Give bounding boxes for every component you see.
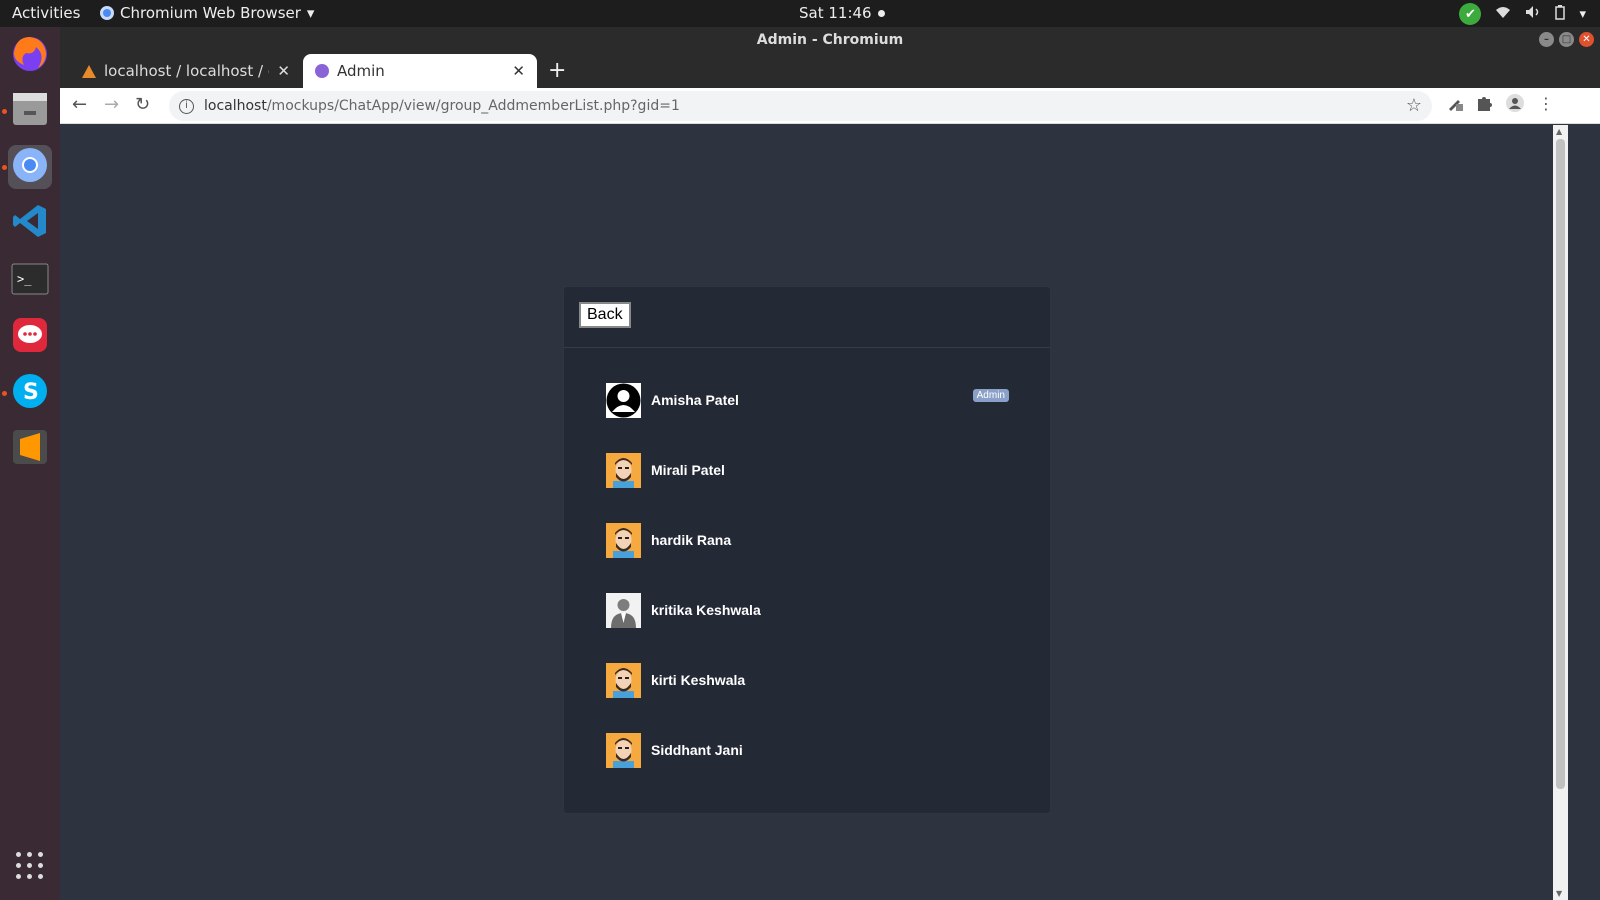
page-viewport: Back Amisha Patel Admin Mirali Patel har… [60, 125, 1553, 900]
clock-label: Sat 11:46 [799, 4, 872, 22]
browser-toolbar: ← → ↻ i localhost/mockups/ChatApp/view/g… [60, 88, 1600, 124]
show-applications-grid-icon[interactable] [16, 852, 44, 880]
dock: >_ S [0, 27, 60, 900]
volume-icon [1525, 5, 1541, 23]
page-scrollbar[interactable]: ▲ ▼ [1553, 125, 1568, 900]
suit-avatar-icon [606, 592, 641, 628]
back-button[interactable]: Back [579, 302, 631, 328]
terminal-icon: >_ [11, 263, 49, 299]
member-name: Amisha Patel [651, 392, 739, 408]
tab-close-icon[interactable]: ✕ [277, 62, 290, 80]
member-row[interactable]: kritika Keshwala [606, 592, 1009, 628]
vscode-icon [12, 203, 48, 243]
svg-text:>_: >_ [17, 272, 32, 286]
card-header: Back [564, 287, 1050, 348]
member-row[interactable]: kirti Keshwala [606, 662, 1009, 698]
chevron-down-icon: ▾ [306, 4, 315, 22]
tab-title: localhost / localhost / cha [104, 62, 269, 80]
chromium-icon [12, 147, 48, 187]
running-indicator [2, 391, 7, 396]
skype-icon: S [12, 373, 48, 413]
app-menu[interactable]: Chromium Web Browser ▾ [100, 4, 314, 22]
system-top-bar: Activities Chromium Web Browser ▾ Sat 11… [0, 0, 1600, 27]
member-name: kritika Keshwala [651, 602, 761, 618]
window-titlebar: Admin - Chromium – □ ✕ [60, 27, 1600, 54]
menu-kebab-icon[interactable]: ⋮ [1538, 94, 1554, 113]
scroll-up-arrow-icon[interactable]: ▲ [1556, 127, 1562, 136]
dock-skype[interactable]: S [2, 371, 52, 415]
system-menu-chevron-icon[interactable]: ▾ [1579, 7, 1586, 22]
url-text: localhost/mockups/ChatApp/view/group_Add… [204, 98, 680, 114]
dock-chromium[interactable] [2, 145, 52, 189]
member-row[interactable]: Amisha Patel Admin [606, 382, 1009, 418]
window-title: Admin - Chromium [756, 32, 904, 48]
admin-badge: Admin [972, 389, 1009, 402]
window-controls: – □ ✕ [1539, 32, 1594, 47]
url-path: /mockups/ChatApp/view/group_AddmemberLis… [266, 98, 680, 114]
activities-button[interactable]: Activities [12, 4, 80, 22]
tab-localhost[interactable]: localhost / localhost / cha ✕ [70, 54, 302, 88]
member-name: Siddhant Jani [651, 742, 743, 758]
bitmoji-avatar-icon [606, 662, 641, 698]
member-list-card: Back Amisha Patel Admin Mirali Patel har… [563, 286, 1051, 814]
dock-firefox[interactable] [8, 33, 52, 77]
site-info-icon[interactable]: i [179, 98, 194, 114]
bitmoji-avatar-icon [606, 732, 641, 768]
update-check-icon[interactable]: ✔ [1459, 3, 1482, 25]
running-indicator [2, 165, 7, 170]
svg-text:S: S [23, 380, 39, 405]
bookmark-star-icon[interactable]: ☆ [1406, 95, 1422, 116]
new-tab-plus-icon[interactable]: + [548, 58, 566, 83]
dock-terminal[interactable]: >_ [8, 259, 52, 303]
minimize-button[interactable]: – [1539, 32, 1554, 47]
tab-strip: localhost / localhost / cha ✕ Admin ✕ + [60, 54, 1600, 88]
scroll-down-arrow-icon[interactable]: ▼ [1556, 889, 1562, 898]
dock-vscode[interactable] [8, 201, 52, 245]
running-indicator [2, 109, 7, 114]
forward-arrow-icon[interactable]: → [104, 94, 119, 115]
bitmoji-avatar-icon [606, 452, 641, 488]
battery-icon [1555, 4, 1566, 24]
system-tray[interactable]: ✔ ▾ [1459, 3, 1586, 25]
dock-sublime[interactable] [8, 427, 52, 471]
back-arrow-icon[interactable]: ← [72, 94, 87, 115]
extensions-puzzle-icon[interactable] [1476, 94, 1494, 116]
scrollbar-thumb[interactable] [1556, 139, 1565, 789]
url-host: localhost [204, 98, 267, 114]
profile-avatar-icon[interactable] [1506, 94, 1524, 116]
files-icon [11, 91, 49, 131]
anonymous-avatar-icon [606, 382, 641, 418]
tab-title: Admin [337, 62, 385, 80]
wifi-icon [1495, 5, 1511, 23]
tab-close-icon[interactable]: ✕ [512, 62, 525, 80]
reload-icon[interactable]: ↻ [135, 94, 150, 115]
firefox-icon [10, 33, 50, 77]
extension-icon[interactable] [1446, 94, 1464, 116]
app-menu-label: Chromium Web Browser [120, 4, 301, 22]
tab-admin[interactable]: Admin ✕ [303, 54, 537, 88]
bitmoji-avatar-icon [606, 522, 641, 558]
admin-app-icon [315, 64, 329, 78]
member-row[interactable]: Mirali Patel [606, 452, 1009, 488]
member-name: kirti Keshwala [651, 672, 746, 688]
member-row[interactable]: hardik Rana [606, 522, 1009, 558]
warning-icon [82, 64, 96, 78]
address-bar[interactable]: i localhost/mockups/ChatApp/view/group_A… [169, 91, 1432, 121]
notification-dot-icon [877, 9, 885, 17]
close-window-button[interactable]: ✕ [1579, 32, 1594, 47]
clock[interactable]: Sat 11:46 [799, 4, 885, 22]
chromium-icon [100, 6, 114, 20]
dock-rocketchat[interactable] [8, 315, 52, 359]
dock-files[interactable] [2, 89, 52, 133]
member-name: hardik Rana [651, 532, 732, 548]
sublime-text-icon [12, 429, 48, 469]
maximize-button[interactable]: □ [1559, 32, 1574, 47]
member-name: Mirali Patel [651, 462, 725, 478]
chat-app-icon [12, 317, 48, 357]
member-row[interactable]: Siddhant Jani [606, 732, 1009, 768]
